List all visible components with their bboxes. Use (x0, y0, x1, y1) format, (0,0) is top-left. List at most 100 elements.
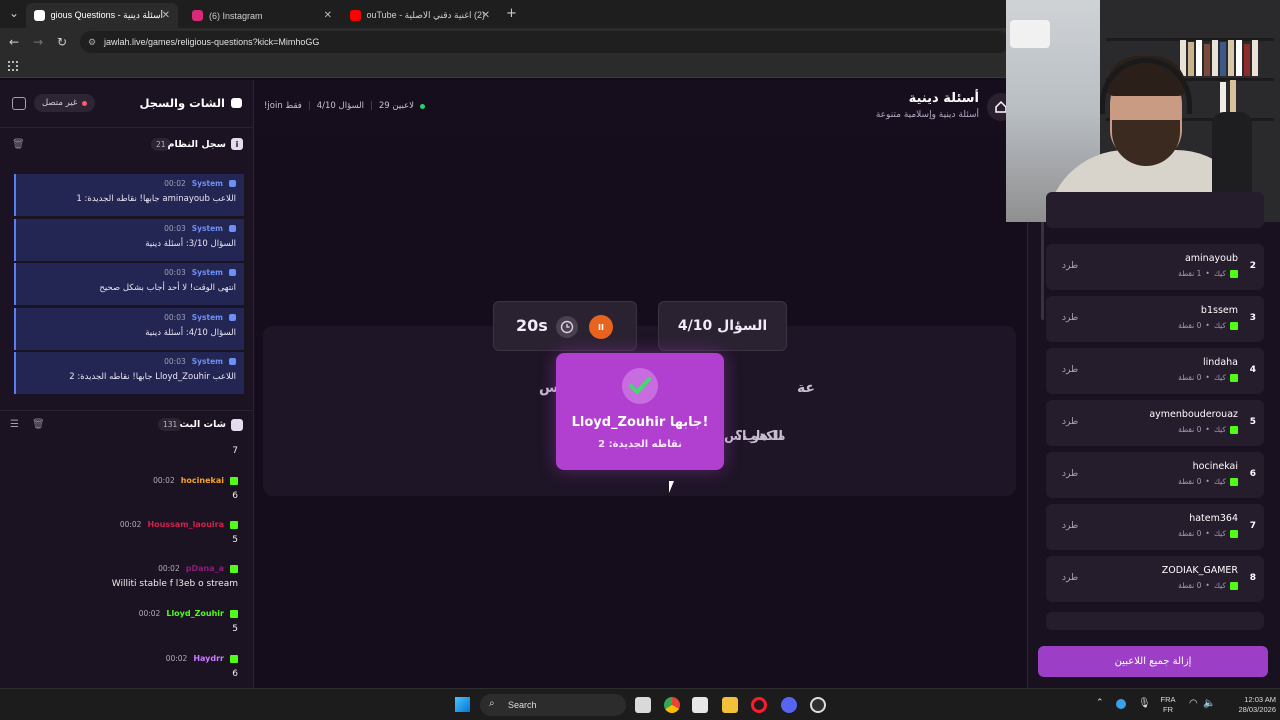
system-message: 00:03 System انتهى الوقت! لا أحد أجاب بشك… (14, 263, 244, 305)
message-text: انتهى الوقت! لا أحد أجاب بشكل صحيح (99, 283, 236, 293)
chrome-icon[interactable] (664, 697, 680, 713)
language-indicator[interactable]: FRA FR (1158, 695, 1178, 715)
chat-message: 00:02 pDana_a Williti stable f l3eb o str… (112, 564, 238, 589)
kick-player-button[interactable]: طرد (1062, 313, 1078, 323)
windows-start-icon[interactable] (455, 697, 470, 712)
player-rank: 6 (1249, 469, 1256, 479)
system-message: 00:03 System السؤال 4/10: أسئلة دينية (14, 307, 244, 350)
player-info: كيك • 0 نقطة (1178, 373, 1238, 382)
close-tab-icon[interactable]: ✕ (324, 10, 332, 21)
kick-badge-icon (230, 476, 238, 485)
chat-text: Williti stable f l3eb o stream (111, 579, 238, 589)
kick-player-button[interactable]: طرد (1062, 365, 1078, 375)
speaker-icon[interactable]: 🔈 (1203, 698, 1215, 709)
player-platform: كيك (1213, 425, 1226, 434)
kick-badge-icon (1230, 477, 1238, 486)
system-message: 00:03 System اللاعب Lloyd_Zouhir جابها! ن… (14, 352, 244, 394)
kick-player-button[interactable]: طرد (1062, 521, 1078, 531)
pause-button[interactable]: II (589, 315, 613, 339)
obs-icon[interactable] (810, 697, 826, 713)
player-rank: 8 (1249, 573, 1256, 583)
kick-player-button[interactable]: طرد (1062, 261, 1078, 271)
chat-username[interactable]: Lloyd_Zouhir (166, 609, 224, 618)
kick-badge-icon (1230, 269, 1238, 278)
timer-value: 20s (516, 316, 548, 335)
message-sender: System (191, 268, 223, 277)
player-rank: 3 (1249, 313, 1256, 323)
mic-tray-icon[interactable]: 🎙 (1138, 698, 1151, 709)
system-badge-icon (229, 269, 236, 276)
tab-instagram[interactable]: (6) Instagram ✕ (184, 3, 340, 28)
tab-label: (2) اغنية دقني الاصلية - YouTube (367, 10, 485, 20)
filter-icon[interactable]: ☰ (10, 419, 19, 430)
tab-religious-questions[interactable]: أسئلة دينية - Religious Questions ✕ (26, 3, 178, 28)
clock-icon (556, 316, 578, 338)
new-tab-icon[interactable]: + (506, 6, 517, 21)
system-log-title: سجل النظام (167, 138, 226, 150)
kick-badge-icon (1230, 373, 1238, 382)
stream-chat-header[interactable]: ☰ 🗑 131 شات البث (0, 410, 254, 438)
chat-username[interactable]: Haydrr (193, 654, 224, 663)
player-name: b1ssem (1200, 305, 1238, 316)
apps-grid-icon[interactable] (8, 61, 18, 71)
clock[interactable]: 12:03 AM 28/03/2026 (1224, 695, 1276, 715)
language-top: FRA (1160, 695, 1176, 704)
chat-time: 00:02 (119, 520, 142, 529)
close-tab-icon[interactable]: ✕ (482, 10, 490, 21)
player-platform: كيك (1213, 477, 1226, 486)
url-field[interactable]: ⚙ jawlah.live/games/religious-questions?… (80, 31, 1010, 53)
network-icon[interactable] (1116, 699, 1126, 709)
player-platform: كيك (1213, 269, 1226, 278)
wifi-icon[interactable]: ◠ (1189, 698, 1198, 709)
separator-dot: • (1205, 373, 1210, 382)
question-counter: السؤال 4/10 (316, 101, 364, 111)
player-points: 0 نقطة (1178, 425, 1202, 434)
chat-username[interactable]: Houssam_laouira (147, 520, 224, 529)
scrollbar[interactable] (1041, 220, 1044, 320)
search-label: Search (508, 700, 537, 710)
reload-icon[interactable]: ↻ (52, 35, 72, 49)
kick-player-button[interactable]: طرد (1062, 417, 1078, 427)
chat-username[interactable]: pDana_a (186, 564, 224, 573)
player-platform: كيك (1213, 373, 1226, 382)
separator: | (307, 101, 311, 111)
message-sender: System (191, 223, 223, 233)
tab-list-icon[interactable]: ⌄ (4, 6, 24, 20)
file-explorer-icon[interactable] (722, 697, 738, 713)
kick-player-button[interactable]: طرد (1062, 573, 1078, 583)
site-info-icon[interactable]: ⚙ (88, 37, 96, 48)
system-log-header[interactable]: 🗑 21 سجل النظام i (0, 130, 254, 158)
forward-icon[interactable]: → (28, 35, 48, 49)
kick-badge-icon (1230, 581, 1238, 590)
message-time: 00:03 (164, 312, 186, 322)
chat-message: 00:02 hocinekai 6 (153, 476, 238, 501)
message-time: 00:02 (164, 179, 186, 188)
panel-header: الشات والسجل غير متصل (0, 80, 254, 128)
snipping-tool-icon[interactable] (692, 697, 708, 713)
task-view-icon[interactable] (635, 697, 651, 713)
separator: | (370, 101, 373, 111)
close-tab-icon[interactable]: ✕ (162, 10, 170, 21)
chat-time: 00:02 (138, 609, 161, 618)
system-badge-icon (229, 358, 236, 365)
remove-all-players-button[interactable]: إزالة جميع اللاعبين (1038, 646, 1268, 677)
chat-username[interactable]: hocinekai (181, 476, 224, 485)
separator-dot: • (1205, 529, 1210, 538)
youtube-icon (350, 10, 361, 21)
trash-icon[interactable]: 🗑 (12, 139, 25, 150)
discord-icon[interactable] (781, 697, 797, 713)
tab-label: أسئلة دينية - Religious Questions (51, 10, 163, 20)
trash-icon[interactable]: 🗑 (32, 419, 45, 430)
opera-icon[interactable] (751, 697, 767, 713)
message-time: 00:03 (164, 223, 186, 233)
separator-dot: • (1205, 425, 1210, 434)
tab-youtube[interactable]: (2) اغنية دقني الاصلية - YouTube ✕ (342, 3, 498, 28)
collapse-panel-icon[interactable] (12, 97, 26, 110)
back-icon[interactable]: ← (4, 35, 24, 49)
kick-player-button[interactable]: طرد (1062, 469, 1078, 479)
status-text: غير متصل (42, 98, 78, 108)
tray-chevron-icon[interactable]: ⌃ (1096, 698, 1104, 708)
taskbar-search[interactable]: ⌕ Search (480, 694, 626, 716)
kick-badge-icon (1230, 425, 1238, 434)
player-card: 2 aminayoub كيك • 1 نقطة طرد (1046, 244, 1264, 290)
